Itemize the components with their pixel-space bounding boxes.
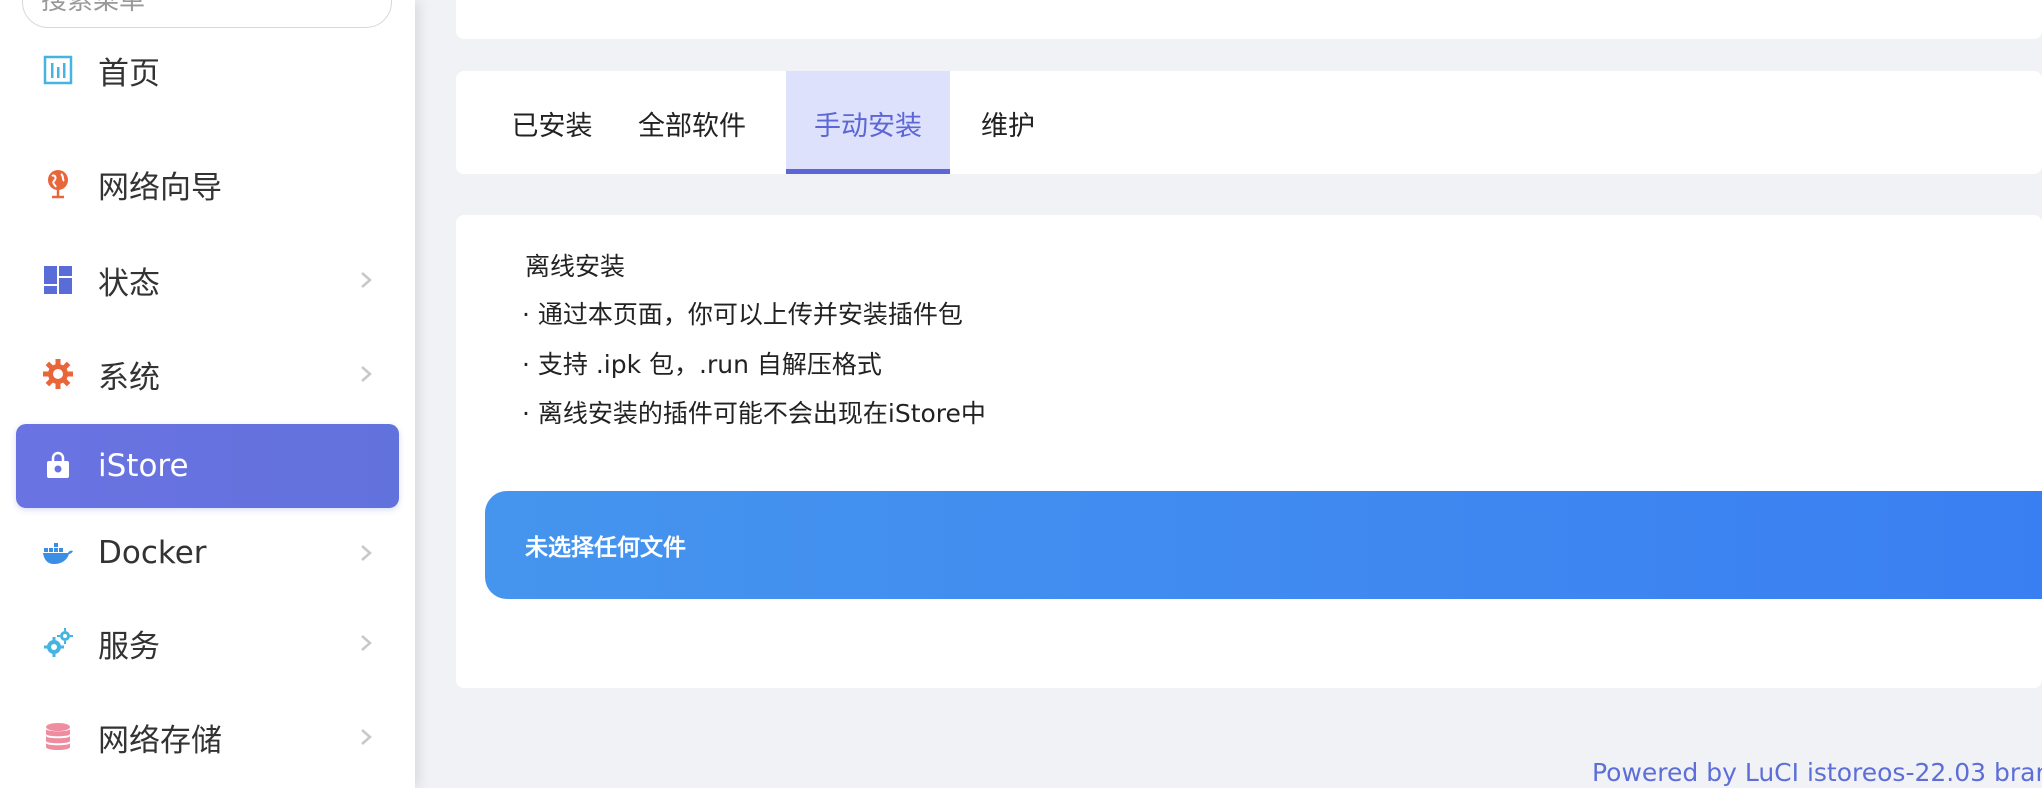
sidebar-item-system[interactable]: 系统 [16,332,399,416]
chevron-right-icon [355,269,377,291]
sidebar-item-docker[interactable]: Docker [16,511,399,595]
offline-install-card: 离线安装 · 通过本页面，你可以上传并安装插件包 · 支持 .ipk 包，.ru… [456,215,2042,688]
sidebar: 搜索菜单 首页 网络向导 状态 系统 iStore Docker 服务 网络存储 [0,0,415,788]
shopping-bag-icon [42,450,74,482]
tab-all-software[interactable]: 全部软件 [630,71,754,174]
globe-pin-icon [42,168,74,200]
gears-icon [42,627,74,659]
sidebar-item-label: 网络向导 [98,169,222,206]
offline-install-title: 离线安装 [525,252,626,281]
sidebar-item-label: 网络存储 [98,722,222,759]
gear-icon [42,358,74,390]
chevron-right-icon [355,542,377,564]
sidebar-item-label: 系统 [98,359,160,396]
footer-powered-by[interactable]: Powered by LuCI istoreos-22.03 branch [1592,758,2042,787]
docker-whale-icon [42,537,74,569]
grid-tiles-icon [42,264,74,296]
sidebar-item-label: 状态 [98,265,160,302]
sidebar-item-home[interactable]: 首页 [16,28,399,112]
top-card [456,0,2042,39]
offline-info-line: · 离线安装的插件可能不会出现在iStore中 [522,399,986,428]
database-icon [42,721,74,753]
offline-info-line: · 支持 .ipk 包，.run 自解压格式 [522,350,882,379]
offline-info-line: · 通过本页面，你可以上传并安装插件包 [522,300,963,329]
chevron-right-icon [355,632,377,654]
chevron-right-icon [355,726,377,748]
sidebar-item-istore[interactable]: iStore [16,424,399,508]
chevron-right-icon [355,363,377,385]
tab-bar: 已安装 全部软件 手动安装 维护 [456,71,2042,174]
sidebar-item-label: 服务 [98,628,160,665]
sidebar-item-label: iStore [98,448,189,484]
file-upload-button[interactable]: 未选择任何文件 [485,491,2042,599]
sidebar-item-network-storage[interactable]: 网络存储 [16,695,399,779]
sidebar-item-network-wizard[interactable]: 网络向导 [16,142,399,226]
dashboard-bars-icon [42,54,74,86]
sidebar-item-status[interactable]: 状态 [16,238,399,322]
file-upload-label: 未选择任何文件 [525,535,686,561]
menu-search-input[interactable]: 搜索菜单 [22,0,392,28]
tab-installed[interactable]: 已安装 [484,71,620,174]
tab-maintenance[interactable]: 维护 [960,71,1056,174]
sidebar-item-label: 首页 [98,55,160,92]
sidebar-item-services[interactable]: 服务 [16,601,399,685]
tab-manual-install[interactable]: 手动安装 [786,71,950,174]
sidebar-item-label: Docker [98,535,207,571]
